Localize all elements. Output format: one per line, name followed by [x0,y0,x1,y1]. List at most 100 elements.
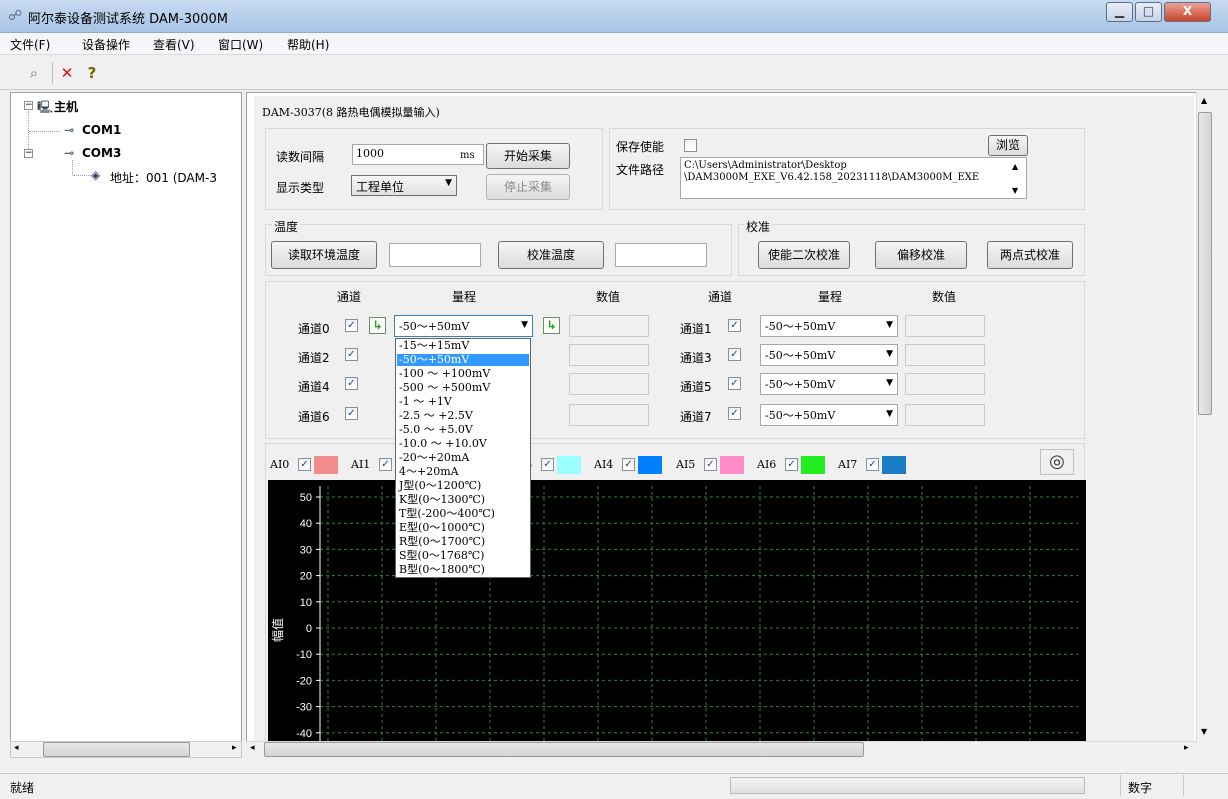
channel-0-range-value: -50～+50mV [399,320,470,333]
dropdown-option[interactable]: E型(0～1000℃) [397,522,529,534]
dropdown-option[interactable]: -20～+20mA [397,452,529,464]
enable-secondary-calibration-button[interactable]: 使能二次校准 [758,241,850,269]
vertical-scroll-thumb[interactable] [1198,112,1212,415]
channel-3-value [905,344,985,366]
stop-acquisition-button[interactable]: 停止采集 [486,174,570,200]
dropdown-option[interactable]: -50～+50mV [397,354,529,366]
menu-window[interactable]: 窗口(W) [218,36,263,53]
dropdown-option[interactable]: -15～+15mV [397,340,529,352]
help-icon[interactable]: ? [83,64,101,82]
dropdown-option[interactable]: 4～+20mA [397,466,529,478]
scroll-right-icon[interactable]: ▸ [1184,743,1189,753]
collapse-icon[interactable]: − [24,149,33,158]
chart-plot: 50 40 30 20 10 0 -10 -20 -30 -40 幅值 [270,486,1078,742]
channel-5-range-value: -50～+50mV [765,378,836,391]
search-icon[interactable]: ⌕ [25,64,43,82]
channel-0-checkbox[interactable]: ✓ [345,319,358,332]
channel-7-checkbox[interactable]: ✓ [728,407,741,420]
range-dropdown-list[interactable]: -15～+15mV -50～+50mV -100 ～ +100mV -500 ～ +5… [395,338,531,578]
dropdown-option[interactable]: -2.5 ～ +2.5V [397,410,529,422]
menu-view[interactable]: 查看(V) [153,36,195,53]
scroll-left-icon[interactable]: ◂ [250,743,255,753]
legend-checkbox-ai3[interactable]: ✓ [541,458,554,471]
scroll-up-icon[interactable]: ▲ [1201,96,1207,105]
channel-1-checkbox[interactable]: ✓ [728,319,741,332]
display-type-select[interactable]: 工程单位 ▼ [351,175,457,196]
range-header: 量程 [452,290,477,304]
ambient-temp-field[interactable] [389,243,481,267]
legend-color-swatch[interactable] [882,456,906,474]
read-ambient-temp-button[interactable]: 读取环境温度 [271,241,377,269]
horizontal-scroll-thumb[interactable] [264,742,864,757]
close-window-button[interactable]: X [1164,2,1211,22]
legend-checkbox-ai6[interactable]: ✓ [785,458,798,471]
dropdown-option[interactable]: -500 ～ +500mV [397,382,529,394]
dropdown-option[interactable]: -100 ～ +100mV [397,368,529,380]
legend-color-swatch[interactable] [557,456,581,474]
channel-7-range-select[interactable]: -50～+50mV ▼ [760,404,898,426]
scroll-up-icon[interactable]: ▲ [1012,162,1018,171]
tree-root-host[interactable]: 主机 [54,98,78,115]
channel-1-range-select[interactable]: -50～+50mV ▼ [760,315,898,337]
channel-3-range-select[interactable]: -50～+50mV ▼ [760,344,898,366]
dropdown-option[interactable]: -1 ～ +1V [397,396,529,408]
chevron-down-icon: ▼ [521,320,528,330]
two-point-calibration-button[interactable]: 两点式校准 [987,241,1073,269]
file-path-input[interactable]: C:\Users\Administrator\Desktop \DAM3000M… [680,157,1027,199]
dropdown-option[interactable]: -5.0 ～ +5.0V [397,424,529,436]
menu-help[interactable]: 帮助(H) [287,36,329,53]
camera-icon[interactable]: ◎ [1040,449,1074,475]
tree-item-com3[interactable]: COM3 [82,146,121,160]
channel-4-checkbox[interactable]: ✓ [345,377,358,390]
legend-label-ai4: AI4 [594,458,614,471]
calibration-group-title: 校准 [744,218,773,235]
dropdown-option[interactable]: J型(0～1200℃) [397,480,529,492]
legend-checkbox-ai7[interactable]: ✓ [866,458,879,471]
collapse-icon[interactable]: − [24,101,33,110]
legend-checkbox-ai1[interactable]: ✓ [379,458,392,471]
save-enable-checkbox[interactable] [684,139,697,152]
legend-color-swatch[interactable] [314,456,338,474]
dropdown-option[interactable]: -10.0 ～ +10.0V [397,438,529,450]
legend-checkbox-ai0[interactable]: ✓ [298,458,311,471]
legend-color-swatch[interactable] [801,456,825,474]
toolbar-divider [52,62,53,84]
scroll-down-icon[interactable]: ▼ [1201,727,1207,736]
menu-device-ops[interactable]: 设备操作 [82,36,130,53]
calibrate-temp-field[interactable] [615,243,707,267]
channel-0-range-select[interactable]: -50～+50mV ▼ [394,315,533,337]
dropdown-option[interactable]: B型(0～1800℃) [397,564,529,576]
channel-2-checkbox[interactable]: ✓ [345,348,358,361]
minimize-button[interactable]: ▁ [1106,2,1133,22]
scroll-down-icon[interactable]: ▼ [1012,186,1018,195]
browse-button[interactable]: 浏览 [988,135,1028,156]
y-tick-label: 20 [300,571,312,583]
calibrate-temp-button[interactable]: 校准温度 [498,241,604,269]
legend-checkbox-ai4[interactable]: ✓ [622,458,635,471]
tree-connector [73,175,91,176]
legend-color-swatch[interactable] [720,456,744,474]
tree-scroll-thumb[interactable] [43,742,190,757]
maximize-button[interactable]: □ [1135,2,1162,22]
scroll-left-icon[interactable]: ◂ [14,743,19,753]
offset-calibration-button[interactable]: 偏移校准 [875,241,967,269]
dropdown-option[interactable]: R型(0～1700℃) [397,536,529,548]
channel-3-checkbox[interactable]: ✓ [728,348,741,361]
menu-file[interactable]: 文件(F) [10,36,50,53]
tree-item-com1[interactable]: COM1 [82,123,121,137]
close-icon[interactable]: ✕ [58,64,76,82]
channel-6-checkbox[interactable]: ✓ [345,407,358,420]
start-acquisition-button[interactable]: 开始采集 [486,143,570,169]
apply-all-icon[interactable]: ↳ [543,317,560,334]
apply-range-icon[interactable]: ↳ [369,317,386,334]
dropdown-option[interactable]: K型(0～1300℃) [397,494,529,506]
legend-checkbox-ai5[interactable]: ✓ [704,458,717,471]
legend-color-swatch[interactable] [638,456,662,474]
dropdown-option[interactable]: S型(0～1768℃) [397,550,529,562]
channel-5-checkbox[interactable]: ✓ [728,377,741,390]
tree-item-device[interactable]: 地址：001 (DAM-3 [110,169,238,186]
dropdown-option[interactable]: T型(-200～400℃) [397,508,529,520]
channel-7-value [905,404,985,426]
channel-5-range-select[interactable]: -50～+50mV ▼ [760,373,898,395]
scroll-right-icon[interactable]: ▸ [232,743,237,753]
